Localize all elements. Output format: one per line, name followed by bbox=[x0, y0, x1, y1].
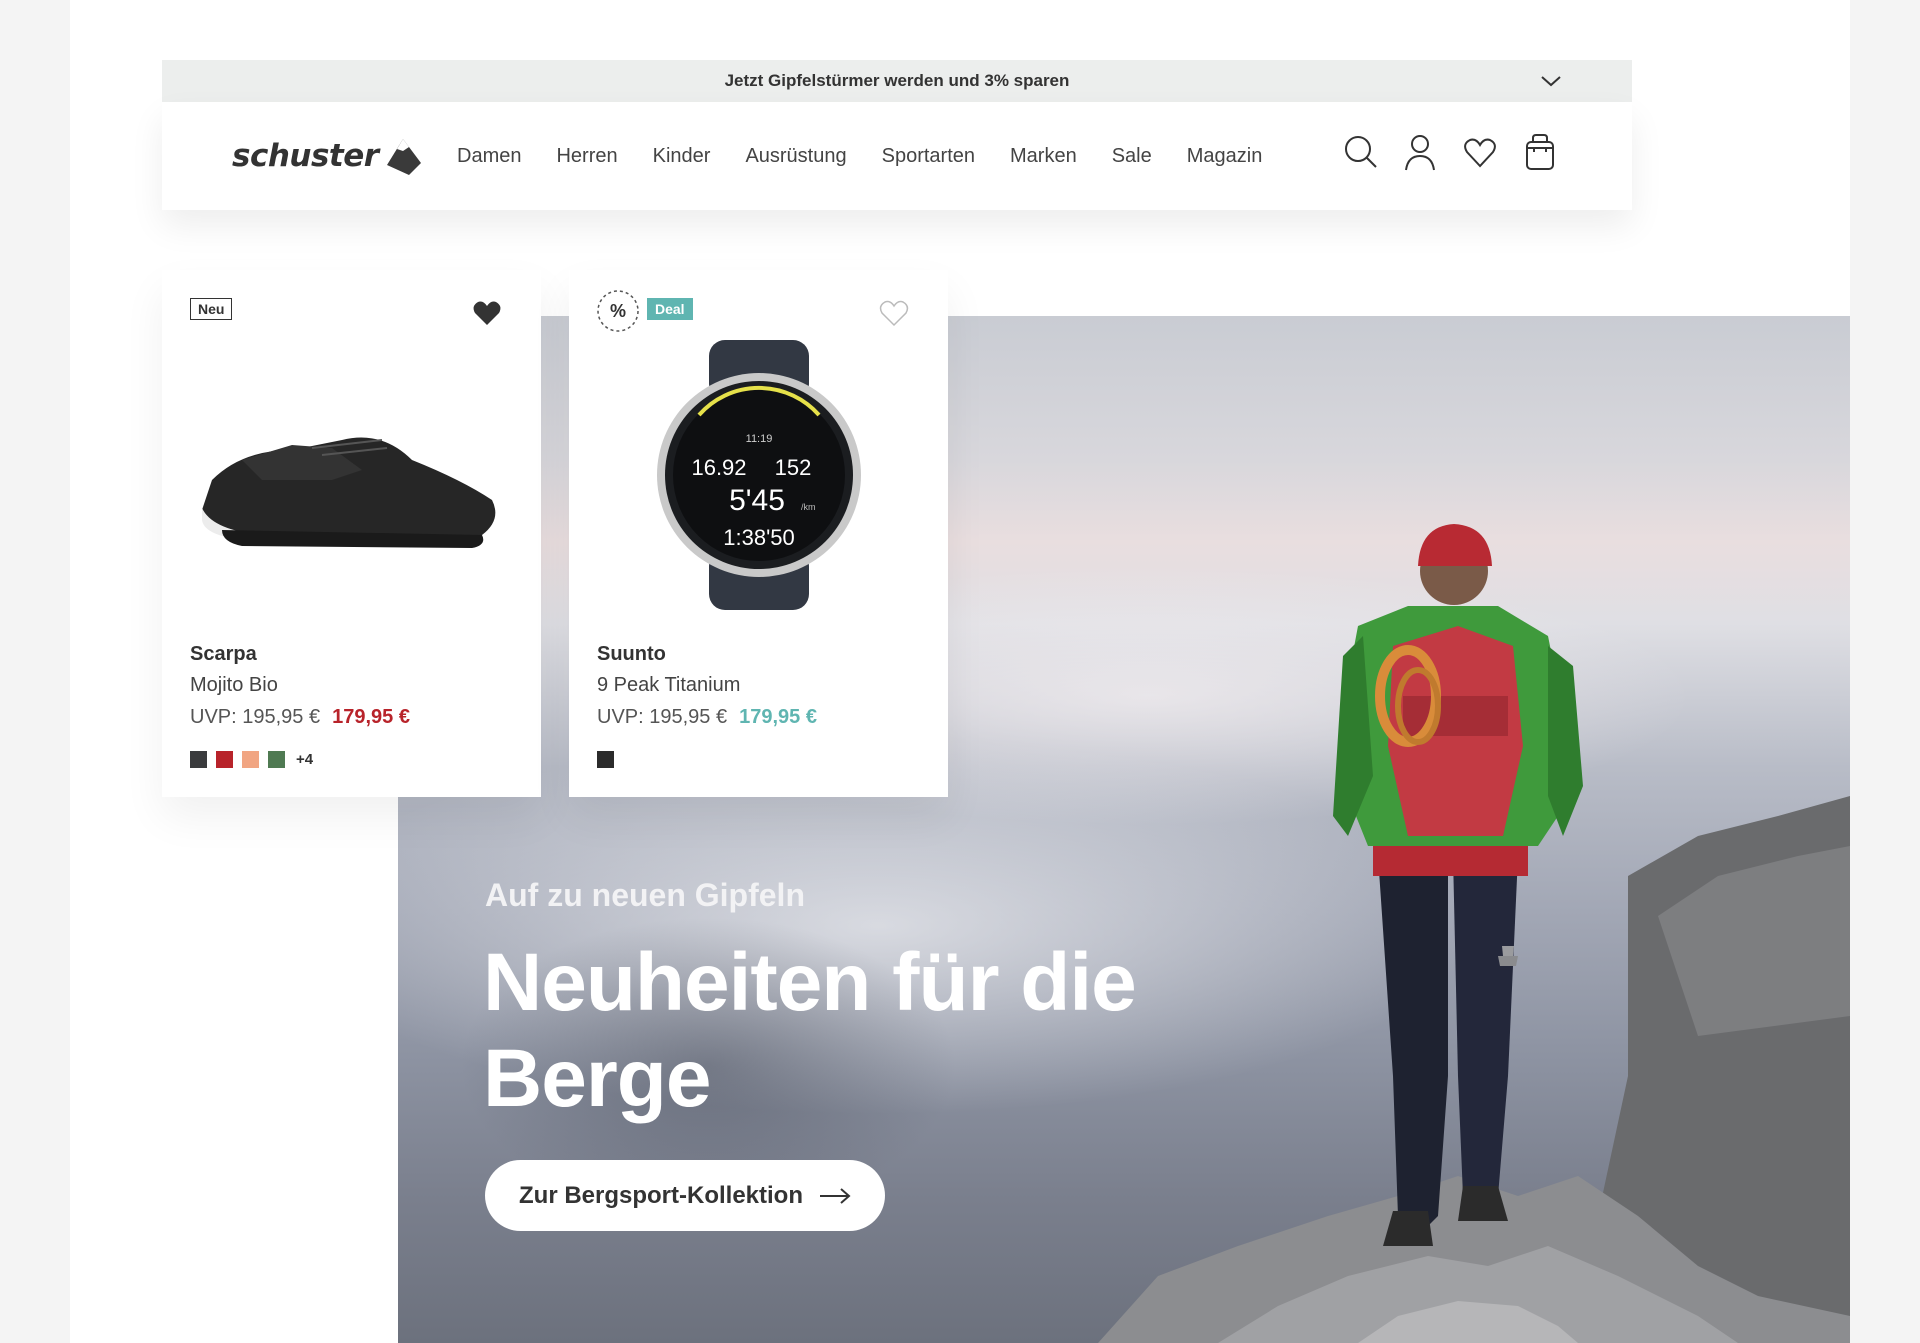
uvp-price: UVP: 195,95 € bbox=[190, 706, 321, 728]
logo-text: schuster bbox=[232, 138, 379, 174]
bag-icon[interactable] bbox=[1522, 132, 1558, 172]
heart-outline-icon[interactable] bbox=[878, 298, 910, 328]
chevron-down-icon[interactable] bbox=[1540, 72, 1562, 90]
watch-product-image: 11:19 16.92 152 5'45 /km 1:38'50 bbox=[657, 340, 861, 610]
watch-distance: 16.92 bbox=[691, 455, 746, 480]
hero-subtitle: Auf zu neuen Gipfeln bbox=[485, 877, 805, 913]
cta-label: Zur Bergsport-Kollektion bbox=[519, 1181, 804, 1209]
sale-price: 179,95 € bbox=[739, 706, 817, 728]
color-swatches bbox=[597, 751, 614, 768]
mountain-logo-icon bbox=[386, 139, 421, 175]
arrow-right-icon bbox=[820, 1187, 851, 1204]
watch-duration: 1:38'50 bbox=[723, 525, 795, 550]
main-navbar: schuster Damen Herren Kinder Ausrüstung … bbox=[162, 102, 1632, 210]
header-actions bbox=[1342, 132, 1558, 172]
product-price: UVP: 195,95 € 179,95 € bbox=[597, 706, 817, 729]
sale-price: 179,95 € bbox=[332, 706, 410, 728]
heart-filled-icon[interactable] bbox=[471, 298, 503, 328]
shoe-product-image bbox=[202, 437, 496, 548]
swatch-green[interactable] bbox=[268, 751, 285, 768]
nav-item-magazin[interactable]: Magazin bbox=[1187, 145, 1263, 168]
nav-item-sale[interactable]: Sale bbox=[1112, 145, 1152, 168]
swatch-dark-gray[interactable] bbox=[190, 751, 207, 768]
gipfelstuermer-percent-stamp-icon: % bbox=[597, 290, 639, 332]
hero-title: Neuheiten für die Berge bbox=[483, 937, 1137, 1124]
svg-text:%: % bbox=[610, 301, 626, 321]
color-swatches: +4 bbox=[190, 751, 313, 768]
product-brand: Scarpa bbox=[190, 643, 257, 665]
watch-time: 11:19 bbox=[746, 433, 773, 445]
search-icon[interactable] bbox=[1342, 132, 1378, 172]
product-card-scarpa[interactable]: Neu Scarpa Mojito Bio UVP: 195,95 € 179,… bbox=[162, 270, 541, 797]
nav-item-marken[interactable]: Marken bbox=[1010, 145, 1077, 168]
product-model: 9 Peak Titanium bbox=[597, 674, 741, 696]
swatch-black[interactable] bbox=[597, 751, 614, 768]
nav-item-herren[interactable]: Herren bbox=[556, 145, 617, 168]
heart-icon[interactable] bbox=[1462, 132, 1498, 172]
new-badge: Neu bbox=[190, 298, 233, 320]
product-brand: Suunto bbox=[597, 643, 666, 665]
swatch-red[interactable] bbox=[216, 751, 233, 768]
nav-item-kinder[interactable]: Kinder bbox=[653, 145, 711, 168]
more-colors-count[interactable]: +4 bbox=[296, 751, 313, 768]
product-model: Mojito Bio bbox=[190, 674, 278, 696]
brand-logo[interactable]: schuster bbox=[232, 130, 425, 182]
watch-heart-rate: 152 bbox=[775, 455, 812, 480]
swatch-peach[interactable] bbox=[242, 751, 259, 768]
uvp-price: UVP: 195,95 € bbox=[597, 706, 728, 728]
nav-item-ausruestung[interactable]: Ausrüstung bbox=[745, 145, 846, 168]
nav-item-damen[interactable]: Damen bbox=[457, 145, 521, 168]
promo-bar[interactable]: Jetzt Gipfelstürmer werden und 3% sparen bbox=[162, 60, 1632, 102]
deal-badge: Deal bbox=[647, 298, 693, 320]
nav-item-sportarten[interactable]: Sportarten bbox=[882, 145, 975, 168]
watch-pace-unit: /km bbox=[801, 502, 816, 512]
main-nav: Damen Herren Kinder Ausrüstung Sportarte… bbox=[457, 102, 1297, 210]
bergsport-collection-button[interactable]: Zur Bergsport-Kollektion bbox=[485, 1160, 886, 1231]
promo-text: Jetzt Gipfelstürmer werden und 3% sparen bbox=[724, 71, 1070, 90]
user-icon[interactable] bbox=[1402, 132, 1438, 172]
product-card-suunto[interactable]: % Deal 11:19 16.92 152 5'45 /km 1:38'50 … bbox=[569, 270, 948, 797]
watch-pace: 5'45 bbox=[729, 484, 785, 517]
product-price: UVP: 195,95 € 179,95 € bbox=[190, 706, 410, 729]
